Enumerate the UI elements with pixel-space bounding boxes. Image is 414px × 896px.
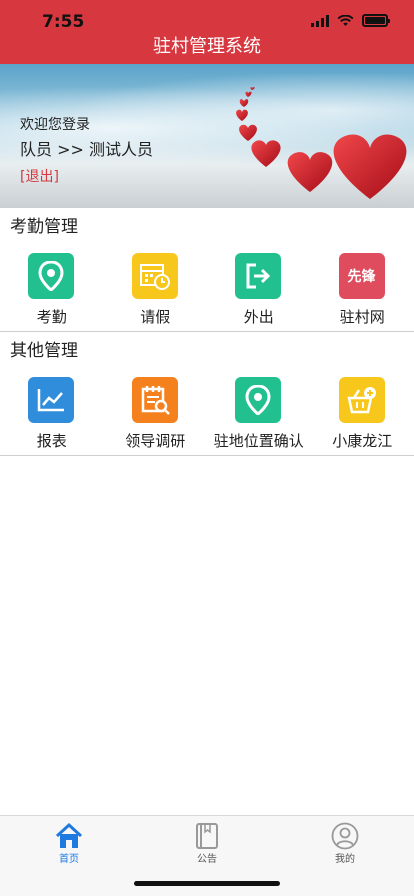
section-title-attendance: 考勤管理 xyxy=(10,217,78,237)
home-icon xyxy=(55,822,83,848)
tab-home[interactable]: 首页 xyxy=(0,816,138,896)
logout-link[interactable]: [退出] xyxy=(20,166,59,186)
grid-item-attendance[interactable]: 考勤 xyxy=(0,253,104,331)
survey-search-icon xyxy=(131,377,178,423)
user-info: 队员 >> 测试人员 xyxy=(20,136,153,160)
section-divider xyxy=(0,455,414,456)
user-name: 测试人员 xyxy=(89,140,154,159)
exit-icon xyxy=(235,253,281,299)
pioneer-logo-text: 先锋 xyxy=(347,269,376,285)
pioneer-logo-icon: 先锋 xyxy=(338,253,385,299)
grid-item-leave[interactable]: 请假 xyxy=(104,253,208,331)
app-header: 7:55 驻村管理系统 xyxy=(0,0,414,64)
hearts-image xyxy=(236,87,407,199)
book-icon xyxy=(196,823,218,849)
grid-item-label: 小康龙江 xyxy=(332,432,393,450)
grid-item-label: 报表 xyxy=(36,432,67,450)
line-chart-icon xyxy=(28,377,74,423)
grid-item-survey[interactable]: 领导调研 xyxy=(104,377,208,455)
tab-label: 首页 xyxy=(59,854,79,865)
wifi-icon xyxy=(337,14,354,26)
tab-label: 公告 xyxy=(197,854,217,865)
grid-item-label: 外出 xyxy=(243,308,274,326)
home-indicator[interactable] xyxy=(134,881,280,886)
role-separator: >> xyxy=(57,140,84,159)
grid-item-report[interactable]: 报表 xyxy=(0,377,104,455)
location-pin-icon xyxy=(235,377,281,423)
status-icons xyxy=(311,14,390,27)
grid-item-xiaokang-longjiang[interactable]: 小康龙江 xyxy=(311,377,414,455)
calendar-clock-icon xyxy=(131,253,178,299)
grid-item-label: 驻村网 xyxy=(339,308,385,326)
grid-item-label: 领导调研 xyxy=(125,432,186,450)
grid-item-label: 请假 xyxy=(140,308,171,326)
grid-item-village-net[interactable]: 先锋 驻村网 xyxy=(311,253,414,331)
tab-mine[interactable]: 我的 xyxy=(276,816,414,896)
welcome-text: 欢迎您登录 xyxy=(20,117,90,133)
page-title: 驻村管理系统 xyxy=(153,36,261,57)
signal-icon xyxy=(311,14,329,27)
grid-item-label: 考勤 xyxy=(36,308,67,326)
user-role: 队员 xyxy=(20,140,53,159)
section-divider xyxy=(0,331,414,332)
grid-item-location-confirm[interactable]: 驻地位置确认 xyxy=(207,377,311,455)
battery-icon xyxy=(362,14,390,27)
status-time: 7:55 xyxy=(42,12,85,32)
other-grid: 报表 领导调研 驻地位置确认 小康龙江 xyxy=(0,377,414,455)
location-pin-icon xyxy=(28,253,74,299)
grid-item-label: 驻地位置确认 xyxy=(213,432,304,450)
tab-label: 我的 xyxy=(335,854,355,865)
basket-plus-icon xyxy=(338,377,385,423)
welcome-banner: 欢迎您登录 队员 >> 测试人员 [退出] xyxy=(0,64,414,208)
grid-item-outing[interactable]: 外出 xyxy=(207,253,311,331)
section-title-other: 其他管理 xyxy=(10,341,78,361)
attendance-grid: 考勤 请假 外出 先锋 驻村网 xyxy=(0,253,414,331)
user-icon xyxy=(331,822,359,850)
